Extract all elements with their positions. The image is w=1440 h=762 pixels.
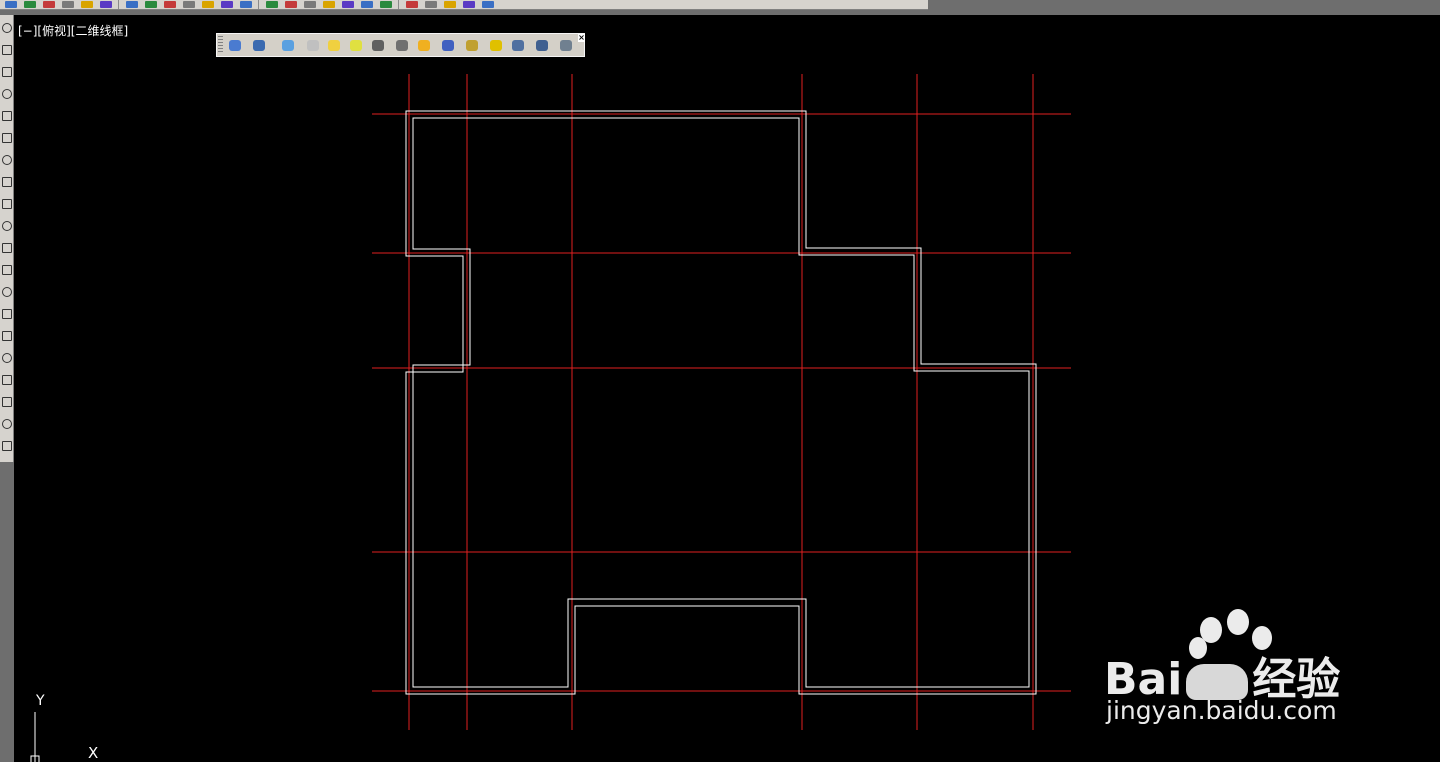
layer-isolate-button[interactable] [304, 37, 322, 54]
layer-merge-icon [536, 40, 548, 51]
layer-delete-icon [560, 40, 572, 51]
layer-match-button[interactable] [487, 37, 505, 54]
layer-bulb-button[interactable] [415, 37, 433, 54]
layer-walk-button[interactable] [509, 37, 527, 54]
viewport-controls-label[interactable]: [−][俯视][二维线框] [18, 22, 128, 39]
layer-thaw-icon [372, 40, 384, 51]
layer-delete-button[interactable] [557, 37, 575, 54]
outer-wall-line[interactable] [405, 110, 1037, 695]
layer-lock-button[interactable] [439, 37, 457, 54]
toolbar-drag-grip[interactable] [218, 36, 223, 54]
layers-floating-toolbar [216, 33, 585, 57]
layer-bulb-icon [418, 40, 430, 51]
layer-walk-icon [512, 40, 524, 51]
layer-merge-button[interactable] [533, 37, 551, 54]
layer-manager-button[interactable] [226, 37, 244, 54]
layer-previous-button[interactable] [250, 37, 268, 54]
layer-freeze-icon [350, 40, 362, 51]
layer-unlock-button[interactable] [463, 37, 481, 54]
inner-wall-line[interactable] [412, 117, 1030, 688]
layer-off-button[interactable] [279, 37, 297, 54]
layer-match-icon [490, 40, 502, 51]
ucs-icon [30, 712, 40, 762]
layer-unlock-icon [466, 40, 478, 51]
ucs-x-axis-label: X [88, 744, 99, 762]
layer-on-icon [328, 40, 340, 51]
layer-unfreeze-all-button[interactable] [393, 37, 411, 54]
layer-unfreeze-all-icon [396, 40, 408, 51]
layer-isolate-icon [307, 40, 319, 51]
paw-du-glyph [1186, 664, 1249, 700]
layer-on-button[interactable] [325, 37, 343, 54]
layer-lock-icon [442, 40, 454, 51]
layer-thaw-button[interactable] [369, 37, 387, 54]
toolbar-close-button[interactable]: × [578, 34, 585, 42]
layer-off-icon [282, 40, 294, 51]
layer-previous-icon [253, 40, 265, 51]
watermark-url: jingyan.baidu.com [1106, 696, 1337, 725]
ucs-y-axis-label: Y [36, 693, 45, 709]
layer-freeze-button[interactable] [347, 37, 365, 54]
layer-manager-icon [229, 40, 241, 51]
